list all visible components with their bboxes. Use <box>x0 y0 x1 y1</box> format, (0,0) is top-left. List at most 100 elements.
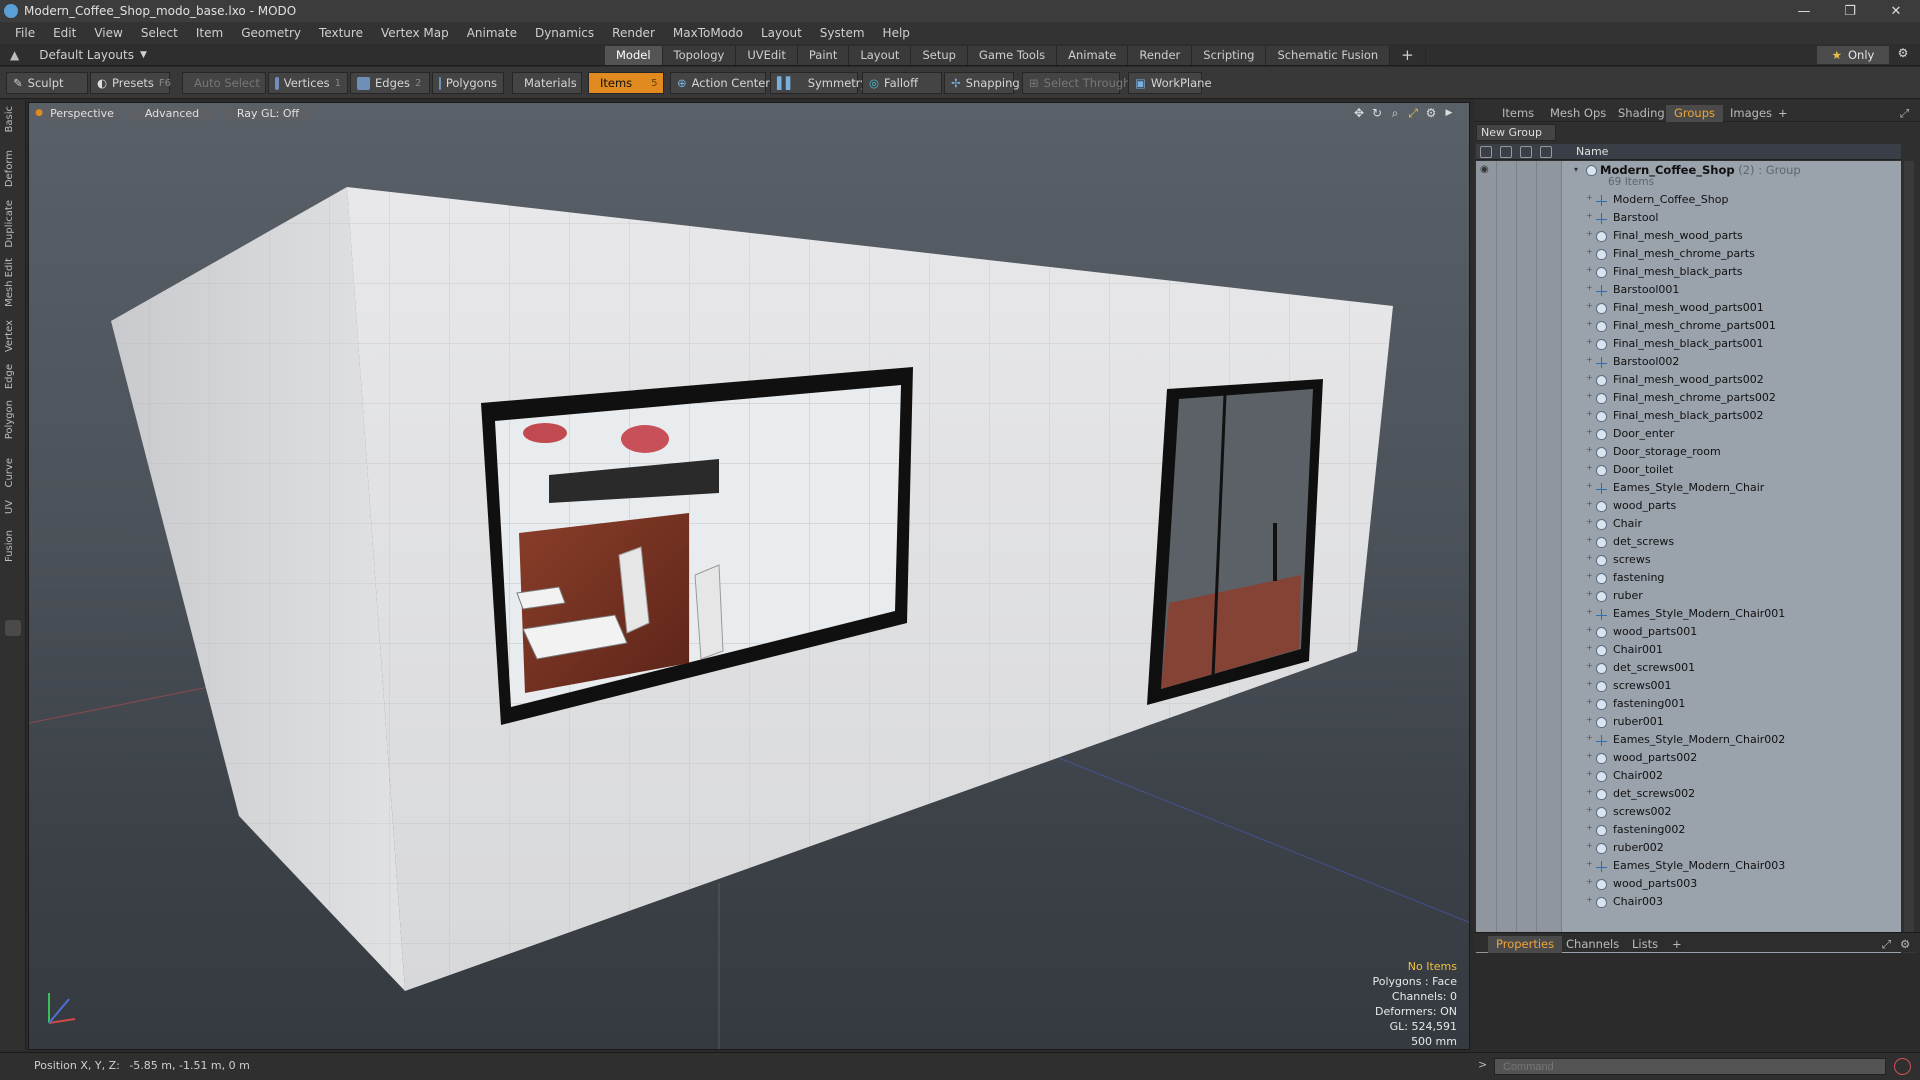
scene-render[interactable] <box>29 103 1470 1050</box>
group-item-row[interactable]: + Chair003 <box>1476 893 1901 911</box>
expand-toggle-icon[interactable]: + <box>1586 607 1593 616</box>
group-item-row[interactable]: + Final_mesh_black_parts002 <box>1476 407 1901 425</box>
menu-maxtomodo[interactable]: MaxToModo <box>664 22 752 44</box>
group-item-row[interactable]: + Eames_Style_Modern_Chair <box>1476 479 1901 497</box>
expand-toggle-icon[interactable]: + <box>1586 805 1593 814</box>
expand-toggle-icon[interactable]: + <box>1586 823 1593 832</box>
maximize-button[interactable]: ❐ <box>1832 0 1868 22</box>
expand-toggle-icon[interactable]: + <box>1586 679 1593 688</box>
select-column-icon[interactable] <box>1540 146 1552 158</box>
tab-shading[interactable]: Shading <box>1610 105 1673 122</box>
materials-button[interactable]: Materials <box>512 72 582 94</box>
eye-icon[interactable]: ◉ <box>1480 164 1489 175</box>
expand-toggle-icon[interactable]: + <box>1586 319 1593 328</box>
3d-viewport[interactable]: ● Perspective Advanced Ray GL: Off ✥ ↻ ⌕… <box>28 102 1470 1050</box>
vtab-curve[interactable]: Curve <box>4 458 22 488</box>
expand-toggle-icon[interactable]: + <box>1586 283 1593 292</box>
expand-toggle-icon[interactable]: + <box>1586 553 1593 562</box>
expand-toggle-icon[interactable]: + <box>1586 859 1593 868</box>
view-mode-dropdown[interactable]: Perspective <box>43 106 121 121</box>
vtab-edge[interactable]: Edge <box>4 364 22 389</box>
tab-lists[interactable]: Lists <box>1624 936 1666 953</box>
group-item-row[interactable]: + fastening001 <box>1476 695 1901 713</box>
group-item-row[interactable]: + screws001 <box>1476 677 1901 695</box>
menu-dynamics[interactable]: Dynamics <box>526 22 603 44</box>
group-item-row[interactable]: + wood_parts003 <box>1476 875 1901 893</box>
auto-select-button[interactable]: Auto Select <box>182 72 266 94</box>
group-item-row[interactable]: + fastening <box>1476 569 1901 587</box>
group-item-row[interactable]: + Final_mesh_black_parts001 <box>1476 335 1901 353</box>
group-item-row[interactable]: + det_screws001 <box>1476 659 1901 677</box>
tab-layout[interactable]: Layout <box>849 46 912 65</box>
command-run-icon[interactable] <box>1894 1058 1911 1075</box>
group-item-row[interactable]: + fastening002 <box>1476 821 1901 839</box>
group-item-row[interactable]: + Chair001 <box>1476 641 1901 659</box>
tab-groups[interactable]: Groups <box>1666 105 1724 122</box>
group-item-row[interactable]: + wood_parts <box>1476 497 1901 515</box>
expand-arrow-icon[interactable]: ▶ <box>1442 106 1456 120</box>
menu-help[interactable]: Help <box>874 22 919 44</box>
visibility-column-icon[interactable] <box>1480 146 1492 158</box>
group-item-row[interactable]: + Final_mesh_chrome_parts001 <box>1476 317 1901 335</box>
group-item-row[interactable]: + Final_mesh_chrome_parts002 <box>1476 389 1901 407</box>
shading-dropdown[interactable]: Advanced <box>127 106 217 121</box>
group-item-row[interactable]: + det_screws002 <box>1476 785 1901 803</box>
expand-toggle-icon[interactable]: + <box>1586 661 1593 670</box>
tab-properties[interactable]: Properties <box>1488 936 1563 953</box>
group-item-row[interactable]: + Door_toilet <box>1476 461 1901 479</box>
gear-icon[interactable]: ⚙ <box>1893 46 1913 64</box>
vtab-vertex[interactable]: Vertex <box>4 320 22 352</box>
expand-toggle-icon[interactable]: + <box>1586 733 1593 742</box>
expand-toggle-icon[interactable]: + <box>1586 715 1593 724</box>
menu-render[interactable]: Render <box>603 22 664 44</box>
polygons-button[interactable]: Polygons <box>432 72 504 94</box>
pan-icon[interactable]: ✥ <box>1352 106 1366 120</box>
viewport-gear-icon[interactable]: ⚙ <box>1424 106 1438 120</box>
vtab-duplicate[interactable]: Duplicate <box>4 200 22 248</box>
snapping-button[interactable]: ✢ Snapping <box>944 72 1020 94</box>
group-item-row[interactable]: + Eames_Style_Modern_Chair001 <box>1476 605 1901 623</box>
group-item-row[interactable]: + Door_enter <box>1476 425 1901 443</box>
group-item-row[interactable]: + Eames_Style_Modern_Chair003 <box>1476 857 1901 875</box>
tab-channels[interactable]: Channels <box>1558 936 1627 953</box>
only-toggle-button[interactable]: ★ Only <box>1817 46 1889 64</box>
group-item-row[interactable]: + Barstool002 <box>1476 353 1901 371</box>
rotate-icon[interactable]: ↻ <box>1370 106 1384 120</box>
group-item-row[interactable]: + Modern_Coffee_Shop <box>1476 191 1901 209</box>
group-item-row[interactable]: + det_screws <box>1476 533 1901 551</box>
vtab-mesh-edit[interactable]: Mesh Edit <box>4 258 22 307</box>
new-group-button[interactable]: New Group <box>1476 124 1556 141</box>
expand-toggle-icon[interactable]: + <box>1586 877 1593 886</box>
expand-toggle-icon[interactable]: + <box>1586 751 1593 760</box>
expand-toggle-icon[interactable]: + <box>1586 895 1593 904</box>
expand-toggle-icon[interactable]: + <box>1586 301 1593 310</box>
menu-texture[interactable]: Texture <box>310 22 372 44</box>
tab-game-tools[interactable]: Game Tools <box>967 46 1058 65</box>
expand-toggle-icon[interactable]: + <box>1586 625 1593 634</box>
expand-toggle-icon[interactable]: + <box>1586 787 1593 796</box>
group-item-row[interactable]: + Chair <box>1476 515 1901 533</box>
vtab-deform[interactable]: Deform <box>4 150 22 187</box>
expand-toggle-icon[interactable]: + <box>1586 427 1593 436</box>
expand-toggle-icon[interactable]: + <box>1586 211 1593 220</box>
expand-toggle-icon[interactable]: + <box>1586 463 1593 472</box>
expand-toggle-icon[interactable]: + <box>1586 409 1593 418</box>
expand-panel-icon[interactable]: ⤢ <box>1892 105 1917 122</box>
group-row[interactable]: ◉ ▾ Modern_Coffee_Shop (2) : Group 69 It… <box>1476 161 1901 189</box>
symmetry-button[interactable]: ▌▌ Symmetry <box>770 72 867 94</box>
tab-scripting[interactable]: Scripting <box>1192 46 1267 65</box>
raygl-dropdown[interactable]: Ray GL: Off <box>223 106 313 121</box>
menu-layout[interactable]: Layout <box>752 22 811 44</box>
group-item-row[interactable]: + wood_parts002 <box>1476 749 1901 767</box>
group-item-row[interactable]: + Door_storage_room <box>1476 443 1901 461</box>
tab-mesh-ops[interactable]: Mesh Ops <box>1542 105 1614 122</box>
tab-render[interactable]: Render <box>1128 46 1193 65</box>
tab-setup[interactable]: Setup <box>911 46 968 65</box>
expand-toggle-icon[interactable]: + <box>1586 571 1593 580</box>
group-item-row[interactable]: + wood_parts001 <box>1476 623 1901 641</box>
select-through-button[interactable]: ⊞ Select Through <box>1022 72 1130 94</box>
sculpt-button[interactable]: ✎ Sculpt <box>6 72 88 94</box>
group-item-row[interactable]: + screws002 <box>1476 803 1901 821</box>
expand-toggle-icon[interactable]: + <box>1586 247 1593 256</box>
expand-toggle-icon[interactable]: + <box>1586 481 1593 490</box>
